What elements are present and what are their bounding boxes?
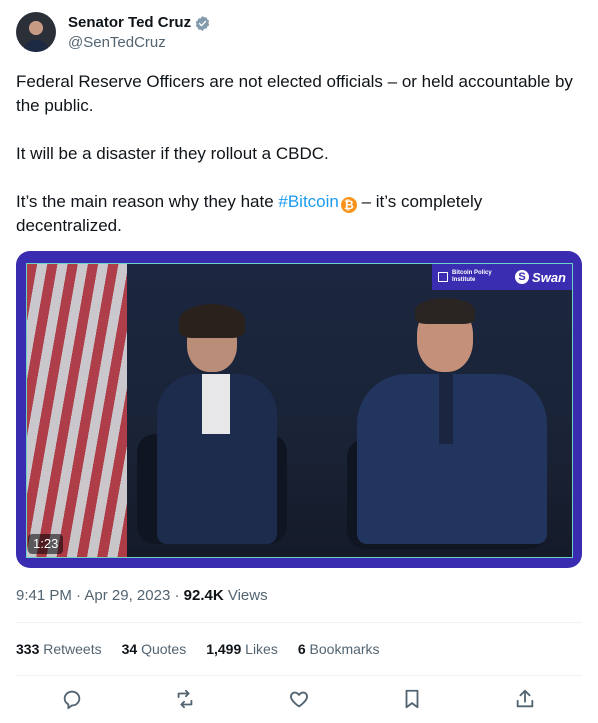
retweet-button[interactable] <box>172 686 198 712</box>
reply-button[interactable] <box>59 686 85 712</box>
quotes-stat[interactable]: 34 Quotes <box>122 639 187 659</box>
tweet-paragraph-2: It will be a disaster if they rollout a … <box>16 144 329 163</box>
tweet-header: Senator Ted Cruz @SenTedCruz <box>16 12 211 53</box>
reply-icon <box>63 690 81 710</box>
meta-separator: · <box>76 587 82 604</box>
likes-stat[interactable]: 1,499 Likes <box>206 639 278 659</box>
swan-logo: S Swan <box>515 270 566 285</box>
divider <box>16 675 582 676</box>
tweet-text: Federal Reserve Officers are not elected… <box>16 70 576 262</box>
hashtag-link[interactable]: #Bitcoin <box>278 192 338 211</box>
tweet-time[interactable]: 9:41 PM <box>16 587 72 604</box>
flag-image <box>27 264 127 557</box>
speaker-image <box>347 294 547 554</box>
retweet-icon <box>177 689 193 709</box>
video-frame[interactable]: Bitcoin Policy Institute S Swan <box>26 263 573 558</box>
tweet-paragraph-3: It’s the main reason why they hate #Bitc… <box>16 190 576 238</box>
bookmarks-stat[interactable]: 6 Bookmarks <box>298 639 380 659</box>
tweet-actions <box>16 686 582 714</box>
avatar[interactable] <box>16 12 56 52</box>
bookmark-icon <box>405 689 419 709</box>
video-media[interactable]: Bitcoin Policy Institute S Swan 1:23 <box>16 251 582 568</box>
author-handle[interactable]: @SenTedCruz <box>68 33 211 53</box>
speaker-image <box>157 304 277 554</box>
retweets-stat[interactable]: 333 Retweets <box>16 639 102 659</box>
author-name[interactable]: Senator Ted Cruz <box>68 13 191 33</box>
tweet-text-segment: It’s the main reason why they hate <box>16 192 279 211</box>
like-button[interactable] <box>286 686 312 712</box>
video-duration-badge: 1:23 <box>28 534 64 554</box>
tweet-paragraph-1: Federal Reserve Officers are not elected… <box>16 72 573 115</box>
share-button[interactable] <box>512 686 538 712</box>
views-count: 92.4K <box>183 587 224 604</box>
tweet-stats: 333 Retweets 34 Quotes 1,499 Likes 6 Boo… <box>16 639 400 659</box>
meta-separator: · <box>174 587 180 604</box>
video-overlay-logos: Bitcoin Policy Institute S Swan <box>432 264 572 290</box>
tweet-meta: 9:41 PM · Apr 29, 2023 · 92.4K Views <box>16 586 268 606</box>
share-icon <box>516 689 534 708</box>
views-label: Views <box>227 587 268 604</box>
author-name-row[interactable]: Senator Ted Cruz <box>68 13 211 33</box>
tweet-date[interactable]: Apr 29, 2023 <box>84 587 170 604</box>
bookmark-button[interactable] <box>399 686 425 712</box>
verified-badge-icon <box>195 15 210 31</box>
bitcoin-policy-institute-logo: Bitcoin Policy Institute <box>438 270 498 284</box>
heart-icon <box>290 691 308 708</box>
divider <box>16 622 582 623</box>
bitcoin-emoji-icon: ₿ <box>340 197 357 213</box>
author-info: Senator Ted Cruz @SenTedCruz <box>68 13 211 53</box>
